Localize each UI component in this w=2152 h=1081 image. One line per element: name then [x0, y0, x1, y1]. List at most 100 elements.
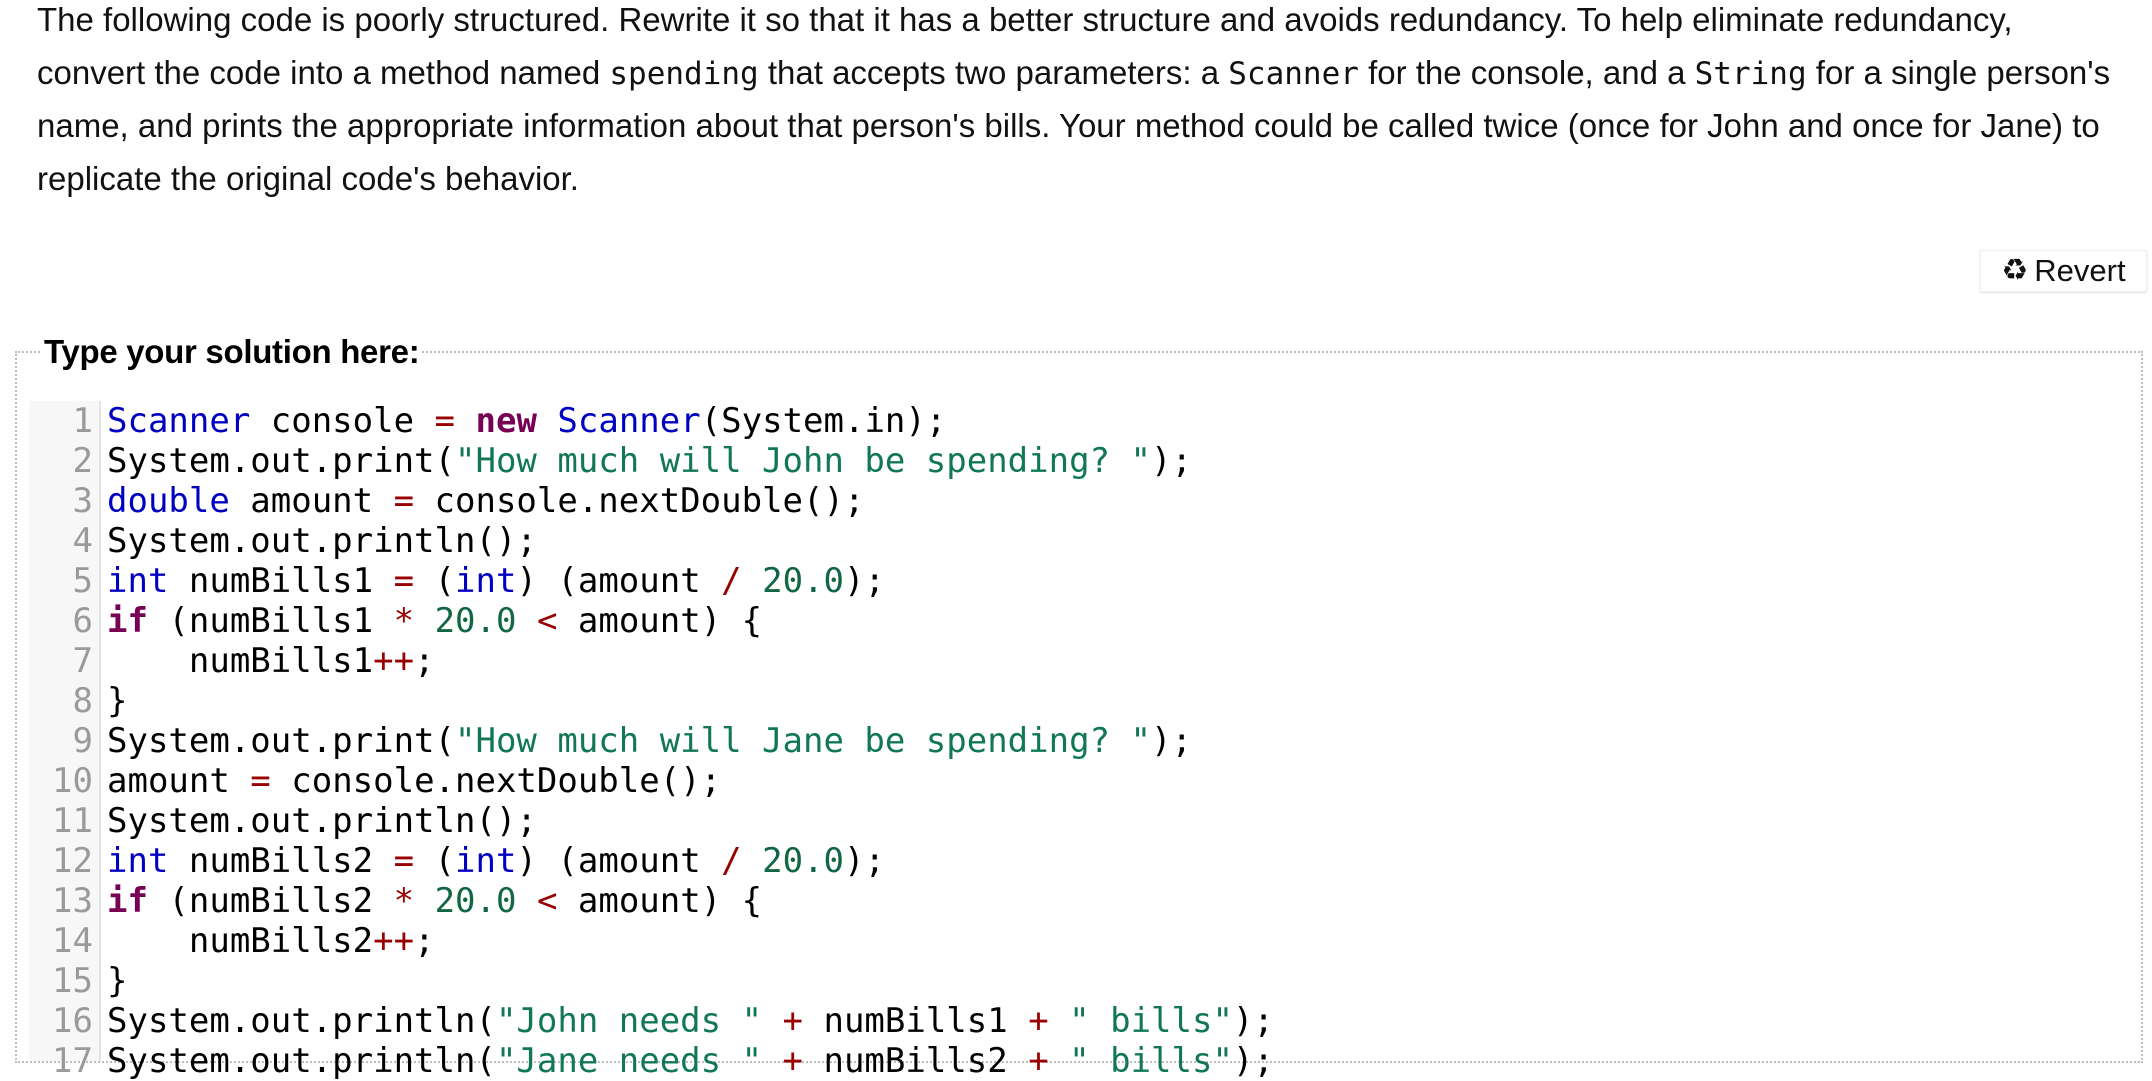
code-text: System.out.println("John needs " + numBi…	[107, 1001, 1274, 1041]
line-number: 12	[52, 840, 93, 881]
solution-fieldset: Type your solution here: 1 Scanner consol…	[15, 333, 2143, 1081]
code-token-plain: );	[1150, 440, 1192, 481]
code-token-op: =	[434, 401, 456, 441]
code-token-op: +	[782, 1040, 804, 1081]
code-text: numBills2++;	[107, 921, 435, 961]
code-text: System.out.print("How much will Jane be …	[107, 721, 1192, 761]
recycle-icon: ♻	[2001, 254, 2029, 287]
code-token-plain: amount) {	[557, 600, 763, 641]
code-token-op: +	[1028, 1000, 1049, 1041]
code-token-op: <	[536, 880, 558, 921]
code-token-type: Scanner	[557, 401, 701, 441]
line-number: 6	[72, 600, 93, 641]
code-token-plain: (System.in);	[700, 401, 947, 441]
code-text: amount = console.nextDouble();	[107, 761, 721, 801]
code-text: System.out.print("How much will John be …	[107, 441, 1192, 481]
code-token-plain: numBills1	[107, 640, 374, 681]
code-token-plain: amount	[107, 760, 251, 801]
code-token-plain: ;	[414, 640, 435, 681]
code-token-plain: numBills1	[803, 1000, 1029, 1041]
code-token-op: /	[721, 560, 742, 601]
code-token-plain: (	[414, 840, 456, 881]
line-number: 4	[72, 520, 93, 561]
code-text: System.out.println();	[107, 521, 537, 561]
code-token-op: ++	[373, 920, 415, 961]
code-token-plain: numBills2	[107, 920, 374, 961]
code-text: }	[107, 681, 127, 721]
line-number: 10	[52, 760, 93, 801]
code-token-plain: (numBills2	[147, 880, 394, 921]
code-token-kw: if	[107, 880, 148, 921]
inline-code: Scanner	[1228, 55, 1359, 92]
code-token-op: =	[250, 760, 271, 801]
code-token-plain: }	[107, 680, 128, 721]
inline-code: spending	[609, 55, 759, 92]
code-token-str: " bills"	[1069, 1000, 1233, 1041]
code-token-op: /	[721, 840, 742, 881]
code-token-num: 20.0	[434, 600, 517, 641]
prompt-text: for the console, and a	[1358, 53, 1695, 91]
line-number: 8	[72, 680, 93, 721]
inline-code: String	[1694, 55, 1807, 92]
code-text: System.out.println("Jane needs " + numBi…	[107, 1041, 1274, 1081]
line-number: 5	[72, 560, 93, 601]
line-number: 11	[52, 800, 93, 841]
code-token-op: ++	[373, 640, 415, 681]
line-number: 15	[52, 960, 93, 1001]
revert-label: Revert	[2034, 253, 2126, 288]
code-token-plain: );	[1150, 720, 1192, 761]
code-text: if (numBills2 * 20.0 < amount) {	[107, 881, 762, 921]
line-number: 7	[72, 640, 93, 681]
revert-button[interactable]: ♻ Revert	[1980, 250, 2147, 292]
code-token-op: =	[393, 560, 415, 601]
code-token-plain: System.out.print(	[107, 720, 455, 761]
code-token-str: " bills"	[1069, 1040, 1233, 1081]
code-editor[interactable]: 1 Scanner console = new Scanner(System.in…	[29, 401, 2141, 1081]
code-token-plain: ) (amount	[516, 560, 722, 601]
code-text: if (numBills1 * 20.0 < amount) {	[107, 601, 762, 641]
code-token-plain: );	[1232, 1040, 1274, 1081]
code-token-op: *	[393, 880, 415, 921]
code-token-plain: console.nextDouble();	[270, 760, 722, 801]
code-token-plain: System.out.print(	[107, 440, 455, 481]
code-token-num: 20.0	[434, 880, 517, 921]
line-number: 17	[52, 1040, 93, 1081]
line-number: 16	[52, 1000, 93, 1041]
code-token-str: "How much will John be spending? "	[455, 440, 1151, 481]
code-token-op: =	[393, 840, 415, 881]
solution-legend: Type your solution here:	[44, 333, 420, 370]
code-token-num: 20.0	[762, 840, 845, 881]
problem-description: The following code is poorly structured.…	[37, 0, 2127, 205]
code-token-type: int	[107, 840, 169, 881]
code-token-op: +	[1028, 1040, 1049, 1081]
code-token-plain: ) (amount	[516, 840, 722, 881]
code-text: int numBills2 = (int) (amount / 20.0);	[107, 841, 885, 881]
code-token-plain: );	[1232, 1000, 1274, 1041]
code-token-str: "John needs "	[495, 1000, 763, 1041]
code-token-plain: System.out.println(	[107, 1000, 496, 1041]
code-text: Scanner console = new Scanner(System.in)…	[107, 401, 946, 441]
code-token-plain: numBills1	[168, 560, 394, 601]
code-token-plain: );	[844, 840, 885, 881]
code-text: int numBills1 = (int) (amount / 20.0);	[107, 561, 885, 601]
code-token-kw: if	[107, 600, 148, 641]
line-number: 13	[52, 880, 93, 921]
prompt-text: that accepts two parameters: a	[758, 53, 1229, 91]
line-number: 9	[72, 720, 93, 761]
code-token-plain: );	[844, 560, 885, 601]
code-token-plain: amount	[229, 480, 394, 521]
code-token-plain: numBills2	[168, 840, 394, 881]
code-token-plain: System.out.println(	[107, 1040, 496, 1081]
code-token-type: int	[455, 840, 517, 881]
code-token-plain: amount) {	[557, 880, 763, 921]
code-text: }	[107, 961, 127, 1001]
